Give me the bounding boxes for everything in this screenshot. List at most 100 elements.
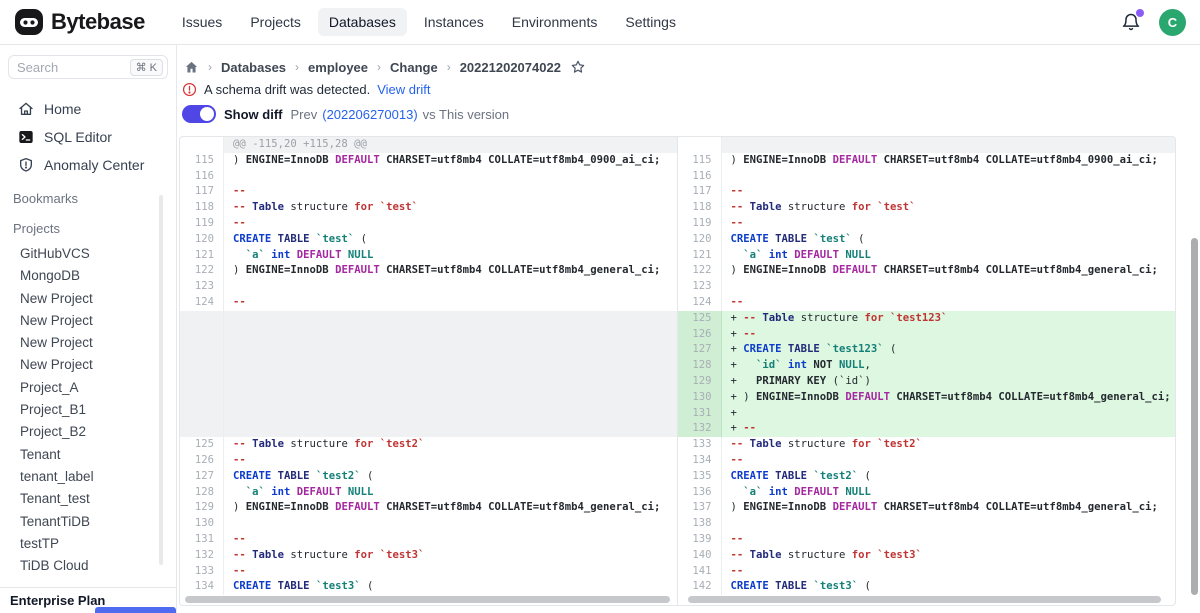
nav-item-environments[interactable]: Environments xyxy=(501,8,609,36)
show-diff-toggle[interactable] xyxy=(182,105,216,123)
breadcrumb-item[interactable]: 20221202074022 xyxy=(460,60,561,75)
view-drift-link[interactable]: View drift xyxy=(377,82,430,97)
diff-line: 119-- xyxy=(678,216,1176,232)
diff-line: 115) ENGINE=InnoDB DEFAULT CHARSET=utf8m… xyxy=(180,153,677,169)
schema-drift-alert: A schema drift was detected. View drift xyxy=(182,82,430,97)
alert-text: A schema drift was detected. xyxy=(204,82,370,97)
breadcrumb-item[interactable]: Change xyxy=(390,60,438,75)
line-number: 131 xyxy=(678,406,722,422)
diff-line-added: 128+ `id` int NOT NULL, xyxy=(678,358,1176,374)
sidebar-project-item[interactable]: Project_B1 xyxy=(8,399,168,421)
sidebar-scrollbar[interactable] xyxy=(159,195,163,565)
line-number: 127 xyxy=(180,469,224,485)
diff-line: 121 `a` int DEFAULT NULL xyxy=(180,248,677,264)
line-number: 129 xyxy=(180,500,224,516)
line-number: 118 xyxy=(678,200,722,216)
breadcrumb-separator: › xyxy=(447,60,451,74)
code-text: + xyxy=(722,406,1176,422)
search-box[interactable]: ⌘ K xyxy=(8,55,168,79)
code-text: ) ENGINE=InnoDB DEFAULT CHARSET=utf8mb4 … xyxy=(224,263,677,279)
left-horizontal-scrollbar[interactable] xyxy=(185,596,670,603)
home-icon[interactable] xyxy=(184,60,199,75)
code-text: -- xyxy=(722,184,1176,200)
star-icon[interactable] xyxy=(570,59,586,75)
sidebar-project-item[interactable]: testTP xyxy=(8,533,168,555)
nav-item-issues[interactable]: Issues xyxy=(171,8,233,36)
code-text: ) ENGINE=InnoDB DEFAULT CHARSET=utf8mb4 … xyxy=(722,153,1176,169)
sidebar-project-item[interactable]: New Project xyxy=(8,288,168,310)
code-text: CREATE TABLE `test` ( xyxy=(224,232,677,248)
code-text: ) ENGINE=InnoDB DEFAULT CHARSET=utf8mb4 … xyxy=(722,500,1176,516)
code-text: CREATE TABLE `test2` ( xyxy=(224,469,677,485)
right-horizontal-scrollbar[interactable] xyxy=(688,596,1161,603)
diff-line: 123 xyxy=(180,279,677,295)
diff-line: 127CREATE TABLE `test2` ( xyxy=(180,469,677,485)
sidebar-item-sql-editor[interactable]: SQL Editor xyxy=(8,123,168,151)
sidebar-project-item[interactable]: GitHubVCS xyxy=(8,243,168,265)
sidebar-project-item[interactable]: Tenant_test xyxy=(8,488,168,510)
line-number: 115 xyxy=(180,153,224,169)
nav-item-settings[interactable]: Settings xyxy=(614,8,687,36)
diff-gap-line xyxy=(180,358,677,374)
line-number: 140 xyxy=(678,548,722,564)
bytebase-logo[interactable]: Bytebase xyxy=(14,7,145,37)
nav-item-projects[interactable]: Projects xyxy=(239,8,312,36)
line-number: 126 xyxy=(678,327,722,343)
code-text: -- xyxy=(224,216,677,232)
code-text: `a` int DEFAULT NULL xyxy=(224,248,677,264)
sidebar-item-anomaly-center[interactable]: Anomaly Center xyxy=(8,151,168,179)
search-input[interactable] xyxy=(17,60,107,75)
sidebar-project-item[interactable]: New Project xyxy=(8,310,168,332)
partially-visible-quickstart-bar xyxy=(95,607,176,613)
diff-line: 135CREATE TABLE `test2` ( xyxy=(678,469,1176,485)
code-text: `a` int DEFAULT NULL xyxy=(722,485,1176,501)
sidebar-section-bookmarks: Bookmarks xyxy=(13,191,168,209)
code-text: -- xyxy=(224,453,677,469)
sidebar-project-item[interactable]: New Project xyxy=(8,332,168,354)
breadcrumb-separator: › xyxy=(208,60,212,74)
diff-panel-left: @@ -115,20 +115,28 @@115) ENGINE=InnoDB … xyxy=(180,137,678,605)
line-number: 118 xyxy=(180,200,224,216)
vs-label: vs This version xyxy=(423,107,509,122)
line-number: 120 xyxy=(180,232,224,248)
diff-line: 131-- xyxy=(180,532,677,548)
sidebar-nav: HomeSQL EditorAnomaly Center xyxy=(8,95,168,179)
prev-version-link[interactable]: (202206270013) xyxy=(322,107,417,122)
code-text: -- xyxy=(224,184,677,200)
code-text xyxy=(224,516,677,532)
diff-line: 126-- xyxy=(180,453,677,469)
sidebar-project-item[interactable]: MongoDB xyxy=(8,265,168,287)
code-text: -- Table structure for `test2` xyxy=(224,437,677,453)
sidebar: ⌘ K HomeSQL EditorAnomaly Center Bookmar… xyxy=(0,45,177,613)
sidebar-item-home[interactable]: Home xyxy=(8,95,168,123)
diff-line-added: 126+ -- xyxy=(678,327,1176,343)
code-text xyxy=(224,169,677,185)
line-number: 134 xyxy=(678,453,722,469)
breadcrumb-item[interactable]: employee xyxy=(308,60,368,75)
sidebar-project-item[interactable]: Project_B2 xyxy=(8,421,168,443)
notification-bell-icon[interactable] xyxy=(1121,11,1141,33)
diff-line-added: 129+ PRIMARY KEY (`id`) xyxy=(678,374,1176,390)
sidebar-project-item[interactable]: TenantTiDB xyxy=(8,511,168,533)
sidebar-project-item[interactable]: Tenant xyxy=(8,444,168,466)
page-vertical-scrollbar[interactable] xyxy=(1191,238,1198,595)
sidebar-project-item[interactable]: TiDB Cloud xyxy=(8,555,168,577)
sidebar-project-item[interactable]: tenant_label xyxy=(8,466,168,488)
diff-line: 132-- Table structure for `test3` xyxy=(180,548,677,564)
code-text: CREATE TABLE `test` ( xyxy=(722,232,1176,248)
sidebar-project-item[interactable]: New Project xyxy=(8,354,168,376)
avatar[interactable]: C xyxy=(1159,9,1186,36)
line-number: 128 xyxy=(180,485,224,501)
nav-item-databases[interactable]: Databases xyxy=(318,8,407,36)
sidebar-project-item[interactable]: Project_A xyxy=(8,377,168,399)
code-text: + -- xyxy=(722,327,1176,343)
diff-line: 123 xyxy=(678,279,1176,295)
code-text xyxy=(722,169,1176,185)
diff-gap-line xyxy=(180,406,677,422)
code-text: + -- Table structure for `test123` xyxy=(722,311,1176,327)
diff-hunk-header xyxy=(678,137,1176,153)
nav-item-instances[interactable]: Instances xyxy=(413,8,495,36)
breadcrumb-item[interactable]: Databases xyxy=(221,60,286,75)
home-icon xyxy=(18,101,34,117)
diff-line: 120CREATE TABLE `test` ( xyxy=(678,232,1176,248)
